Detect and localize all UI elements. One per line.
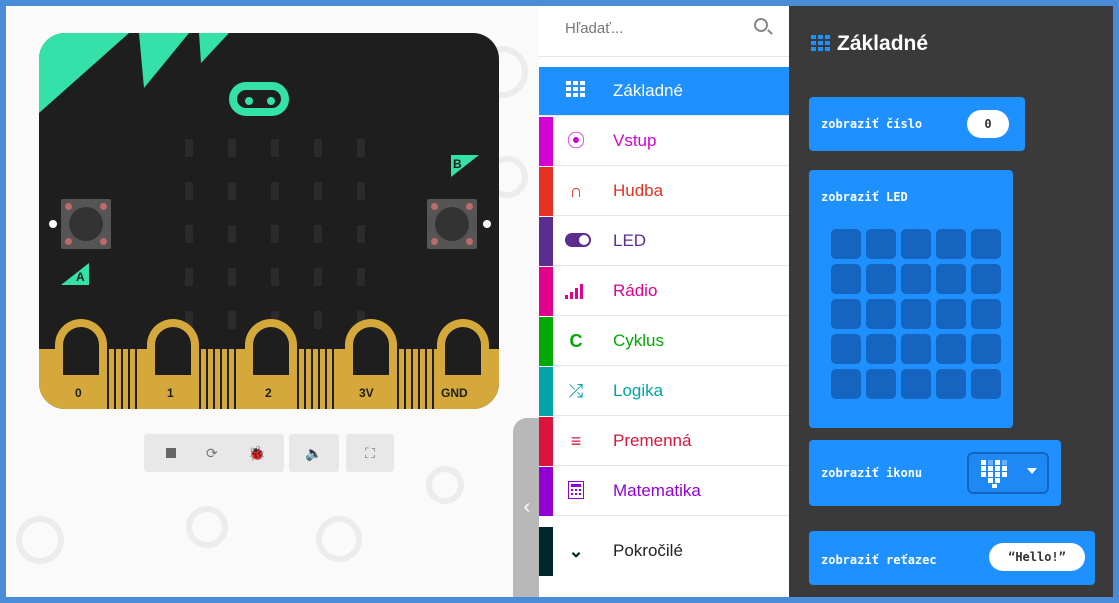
category-label: Rádio <box>613 281 658 300</box>
microbit-logo <box>229 82 289 116</box>
fullscreen-button[interactable]: ⛶ <box>346 434 394 472</box>
toolbox: Hľadať... Základné ⦿ Vstup ∩ Hudba LED R… <box>539 6 789 597</box>
category-label: Pokročilé <box>613 541 683 560</box>
show-string-block[interactable]: zobraziť reťazec “Hello!” <box>809 531 1095 585</box>
pin-3v[interactable] <box>345 319 397 375</box>
debug-icon: 🐞 <box>248 444 266 461</box>
headphones-icon: ∩ <box>569 181 583 201</box>
stop-icon <box>166 448 176 458</box>
chevron-down-icon: ⌄ <box>568 541 584 561</box>
category-label: Cyklus <box>613 331 665 350</box>
block-label: zobraziť LED <box>821 190 908 204</box>
refresh-icon: C <box>569 331 583 351</box>
lines-icon: ≡ <box>570 431 582 451</box>
mute-button[interactable]: 🔈 <box>289 434 339 472</box>
stop-button[interactable]: ⟳ 🐞 <box>144 434 284 472</box>
search-input[interactable]: Hľadať... <box>565 20 623 37</box>
button-b[interactable] <box>427 199 477 249</box>
string-input[interactable]: “Hello!” <box>989 543 1085 571</box>
category-label: Logika <box>613 381 664 400</box>
category-premenna[interactable]: ≡ Premenná <box>539 417 789 466</box>
fullscreen-icon: ⛶ <box>365 444 375 461</box>
block-label: zobraziť ikonu <box>821 466 923 480</box>
quote-close-icon: ” <box>1058 550 1066 564</box>
block-flyout: Základné zobraziť číslo 0 zobraziť LED z… <box>789 6 1113 597</box>
show-number-block[interactable]: zobraziť číslo 0 <box>809 97 1025 151</box>
search-icon[interactable] <box>754 18 768 32</box>
editor-window: A B 0 1 2 3V GND ⟳ 🐞 🔈 ⛶ ‹ Hľadať... Zák… <box>6 6 1113 597</box>
button-a[interactable] <box>61 199 111 249</box>
calculator-icon <box>565 480 587 501</box>
category-led[interactable]: LED <box>539 217 789 266</box>
category-cyklus[interactable]: C Cyklus <box>539 317 789 366</box>
sound-icon: 🔈 <box>305 444 323 461</box>
pin-1[interactable] <box>147 319 199 375</box>
category-label: Matematika <box>613 481 701 500</box>
string-value: Hello! <box>1015 550 1059 564</box>
pin-label: 2 <box>265 386 272 400</box>
block-label: zobraziť reťazec <box>821 553 937 567</box>
show-icon-block[interactable]: zobraziť ikonu <box>809 440 1061 506</box>
pin-label: GND <box>441 386 468 400</box>
pin-label: 1 <box>167 386 174 400</box>
block-label: zobraziť číslo <box>821 117 923 131</box>
edge-connector: 0 1 2 3V GND <box>39 319 499 409</box>
pin-2[interactable] <box>245 319 297 375</box>
board-corner-decoration <box>39 33 229 113</box>
button-b-label: B <box>453 157 462 171</box>
chevron-left-icon: ‹ <box>523 496 531 518</box>
category-vstup[interactable]: ⦿ Vstup <box>539 117 789 166</box>
collapse-simulator-button[interactable]: ‹ <box>513 418 539 597</box>
grid-icon <box>565 81 587 101</box>
caret-down-icon <box>1027 468 1037 474</box>
category-hudba[interactable]: ∩ Hudba <box>539 167 789 216</box>
heart-icon <box>981 460 1007 488</box>
category-label: Základné <box>613 81 683 100</box>
category-label: LED <box>613 231 647 250</box>
led-matrix[interactable] <box>185 139 365 329</box>
restart-icon: ⟳ <box>206 444 218 461</box>
button-a-label: A <box>76 270 85 284</box>
shuffle-icon: ⤮ <box>568 381 584 401</box>
category-radio[interactable]: Rádio <box>539 267 789 316</box>
target-icon: ⦿ <box>567 131 585 151</box>
category-logika[interactable]: ⤮ Logika <box>539 367 789 416</box>
grid-icon <box>811 35 830 51</box>
led-grid-editor[interactable] <box>831 229 1003 401</box>
category-label: Premenná <box>613 431 692 450</box>
number-input[interactable]: 0 <box>967 110 1009 138</box>
search-box[interactable]: Hľadať... <box>539 6 789 57</box>
category-label: Vstup <box>613 131 657 150</box>
category-pokrocile[interactable]: ⌄ Pokročilé <box>539 527 789 576</box>
flyout-title: Základné <box>811 32 928 56</box>
simulator-panel: A B 0 1 2 3V GND ⟳ 🐞 🔈 ⛶ ‹ <box>6 6 539 597</box>
show-leds-block[interactable]: zobraziť LED <box>809 170 1013 428</box>
microbit-board: A B 0 1 2 3V GND <box>39 33 499 409</box>
toggle-icon <box>565 231 591 251</box>
pin-label: 3V <box>359 386 374 400</box>
category-matematika[interactable]: Matematika <box>539 467 789 516</box>
signal-icon <box>565 281 587 301</box>
category-label: Hudba <box>613 181 664 200</box>
pin-label: 0 <box>75 386 82 400</box>
category-zakladne[interactable]: Základné <box>539 67 789 116</box>
pin-gnd[interactable] <box>437 319 489 375</box>
flyout-title-text: Základné <box>837 32 929 55</box>
icon-dropdown[interactable] <box>967 452 1049 494</box>
pin-0[interactable] <box>55 319 107 375</box>
